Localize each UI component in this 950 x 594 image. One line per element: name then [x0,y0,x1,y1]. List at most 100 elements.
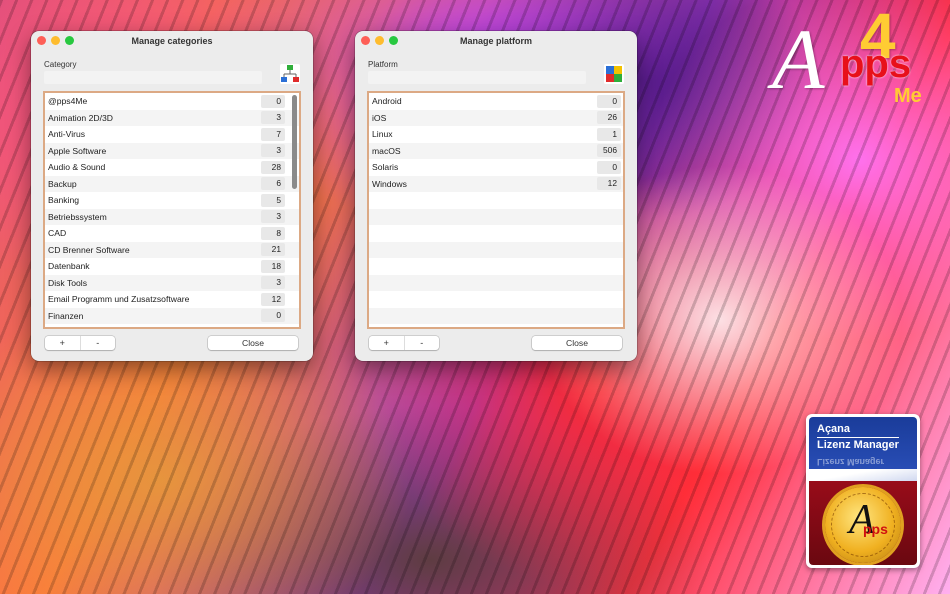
platform-row[interactable]: iOS 26 [369,109,623,126]
category-count: 5 [261,193,285,207]
manage-platform-window: Manage platform Platform Android 0 iOS 26 Li… [355,31,637,361]
add-remove-group: + - [45,336,115,350]
platform-count: 12 [597,177,621,191]
seal-pps: pps [863,521,888,537]
badge-title-line2: Lizenz Manager [817,437,899,451]
category-count: 18 [261,259,285,273]
category-count: 3 [261,111,285,125]
window-controls [37,36,74,45]
platform-row[interactable] [369,208,623,225]
category-name: Betriebssystem [48,211,107,222]
category-name: CAD [48,228,67,239]
platform-row[interactable] [369,192,623,209]
platform-row[interactable] [369,225,623,242]
category-row[interactable]: Apple Software 3 [45,142,299,159]
category-count: 8 [261,226,285,240]
zoom-window-icon[interactable] [65,36,74,45]
category-name: CD Brenner Software [48,244,130,255]
category-count: 3 [261,144,285,158]
platform-name: Android [372,96,402,107]
category-count: 3 [261,210,285,224]
category-count: 6 [261,177,285,191]
zoom-window-icon[interactable] [389,36,398,45]
badge-title-line1: Açana [817,423,851,435]
platform-input[interactable] [368,71,586,84]
minimize-window-icon[interactable] [375,36,384,45]
close-window-icon[interactable] [37,36,46,45]
category-name: Banking [48,195,80,206]
category-row[interactable]: Finanzen 0 [45,307,299,324]
platform-row[interactable] [369,291,623,308]
platform-row[interactable] [369,307,623,324]
add-remove-group: + - [369,336,439,350]
category-name: Datenbank [48,261,90,272]
category-name: Apple Software [48,145,107,156]
add-category-button[interactable]: + [45,336,80,350]
category-row[interactable]: Animation 2D/3D 3 [45,109,299,126]
manage-categories-window: Manage categories Category @pps4Me 0 Anima… [31,31,313,361]
category-list[interactable]: @pps4Me 0 Animation 2D/3D 3 Anti-Virus 7 Apple… [43,91,301,329]
category-row[interactable]: CAD 8 [45,225,299,242]
category-row[interactable]: Betriebssystem 3 [45,208,299,225]
remove-platform-button[interactable]: - [403,336,440,350]
product-badge-artwork: Açana Lizenz Manager Lizenz Manager A pp… [809,417,917,565]
category-name: Anti-Virus [48,129,86,140]
badge-title-reflection: Lizenz Manager [817,457,885,467]
category-row[interactable]: Banking 5 [45,192,299,209]
add-platform-button[interactable]: + [369,336,404,350]
category-count: 12 [261,292,285,306]
platform-row[interactable] [369,241,623,258]
platform-row[interactable]: Linux 1 [369,126,623,143]
close-window-icon[interactable] [361,36,370,45]
logo-pps: pps [840,42,912,86]
category-tree-icon [280,64,300,84]
remove-category-button[interactable]: - [79,336,116,350]
platform-row[interactable]: Solaris 0 [369,159,623,176]
platform-count: 0 [597,94,621,108]
category-row[interactable]: Audio & Sound 28 [45,159,299,176]
window-controls [361,36,398,45]
category-row[interactable]: Datenbank 18 [45,258,299,275]
platform-row[interactable]: macOS 506 [369,142,623,159]
platform-count: 26 [597,111,621,125]
category-row[interactable]: CD Brenner Software 21 [45,241,299,258]
category-row[interactable]: Anti-Virus 7 [45,126,299,143]
category-name: Backup [48,178,77,189]
category-name: Finanzen [48,310,84,321]
platform-list[interactable]: Android 0 iOS 26 Linux 1 macOS 506 Solaris 0 Windo… [367,91,625,329]
category-count: 3 [261,276,285,290]
category-count: 0 [261,309,285,323]
puzzle-blocks-icon [604,64,624,84]
category-list-scrollbar[interactable] [292,95,297,189]
platform-name: Windows [372,178,407,189]
close-button[interactable]: Close [208,336,298,350]
window-titlebar: Manage platform [355,31,637,51]
platform-count: 506 [597,144,621,158]
minimize-window-icon[interactable] [51,36,60,45]
platform-name: iOS [372,112,387,123]
logo-me: Me [894,85,922,107]
platform-count: 1 [597,127,621,141]
logo-letter-a: A [772,11,825,107]
platform-row[interactable]: Windows 12 [369,175,623,192]
category-name: Audio & Sound [48,162,106,173]
category-input[interactable] [44,71,262,84]
category-row[interactable]: Disk Tools 3 [45,274,299,291]
category-row[interactable]: @pps4Me 0 [45,93,299,110]
platform-field-label: Platform [368,60,398,69]
category-count: 0 [261,94,285,108]
platform-row[interactable] [369,274,623,291]
category-name: Disk Tools [48,277,88,288]
platform-name: Solaris [372,162,399,173]
category-count: 28 [261,160,285,174]
platform-row[interactable]: Android 0 [369,93,623,110]
category-row[interactable]: Backup 6 [45,175,299,192]
close-button[interactable]: Close [532,336,622,350]
category-name: Animation 2D/3D [48,112,113,123]
platform-row[interactable] [369,258,623,275]
apps4me-logo: A 4 pps Me [768,4,940,110]
category-row[interactable]: Email Programm und Zusatzsoftware 12 [45,291,299,308]
window-title: Manage platform [459,36,532,46]
category-field-label: Category [44,60,77,69]
product-badge: Açana Lizenz Manager Lizenz Manager A pp… [806,414,920,568]
